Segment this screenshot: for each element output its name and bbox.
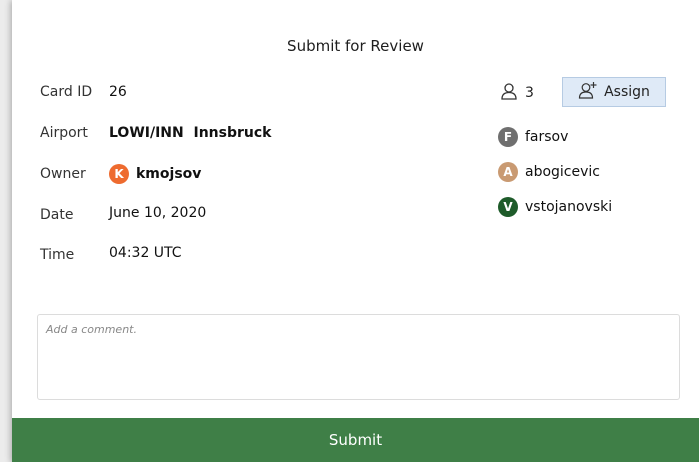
date-label: Date bbox=[40, 207, 74, 223]
reviewer-avatar: A bbox=[498, 162, 518, 182]
reviewer-item: A abogicevic bbox=[498, 162, 612, 182]
dialog-title: Submit for Review bbox=[287, 37, 424, 55]
reviewer-list: F farsov A abogicevic V vstojanovski bbox=[498, 127, 612, 232]
reviewer-name: farsov bbox=[525, 129, 569, 145]
assign-button-label: Assign bbox=[604, 84, 650, 100]
owner-name: kmojsov bbox=[136, 166, 202, 182]
owner-label: Owner bbox=[40, 166, 86, 182]
reviewer-count: 3 bbox=[500, 82, 534, 104]
reviewer-count-value: 3 bbox=[525, 85, 534, 101]
date-value: June 10, 2020 bbox=[109, 205, 207, 221]
time-value: 04:32 UTC bbox=[109, 245, 182, 261]
assign-button[interactable]: Assign bbox=[562, 77, 666, 107]
reviewer-avatar: F bbox=[498, 127, 518, 147]
card-id-label: Card ID bbox=[40, 84, 93, 100]
owner-value: K kmojsov bbox=[109, 164, 201, 184]
time-label: Time bbox=[40, 247, 75, 263]
card-id-value: 26 bbox=[109, 84, 127, 100]
user-icon bbox=[500, 82, 518, 104]
reviewer-name: vstojanovski bbox=[525, 199, 613, 215]
submit-button[interactable]: Submit bbox=[12, 418, 699, 462]
comment-input[interactable] bbox=[37, 314, 680, 400]
add-user-icon bbox=[578, 81, 598, 103]
reviewer-name: abogicevic bbox=[525, 164, 600, 180]
reviewer-avatar: V bbox=[498, 197, 518, 217]
airport-value: LOWI/INN Innsbruck bbox=[109, 125, 272, 141]
owner-avatar: K bbox=[109, 164, 129, 184]
airport-label: Airport bbox=[40, 125, 88, 141]
reviewer-item: V vstojanovski bbox=[498, 197, 612, 217]
submit-review-dialog: Submit for Review Card ID 26 Airport LOW… bbox=[12, 0, 699, 462]
reviewer-item: F farsov bbox=[498, 127, 612, 147]
